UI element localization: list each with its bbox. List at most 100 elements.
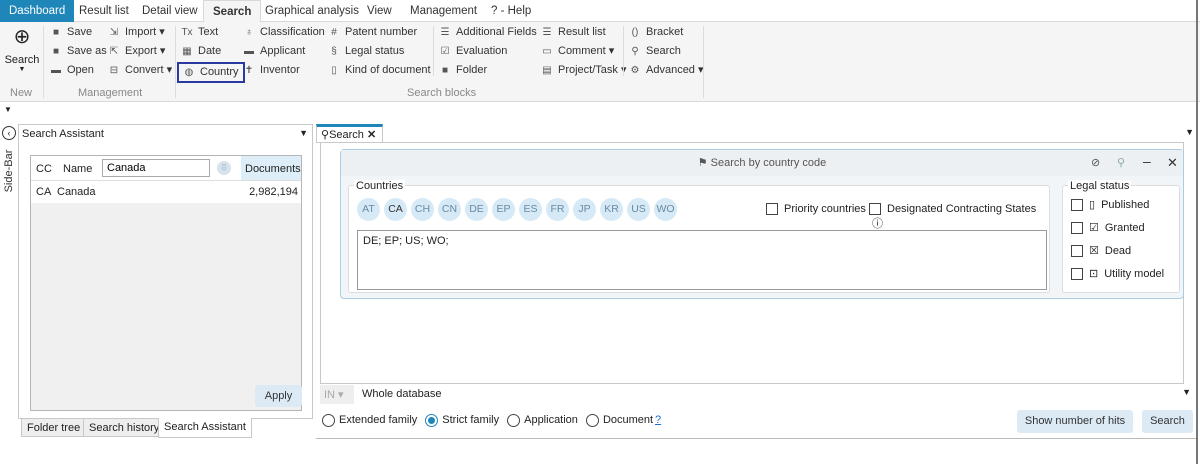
country-chip-wo[interactable]: WO: [654, 198, 677, 221]
country-chip-de[interactable]: DE: [465, 198, 488, 221]
family-radio-group: Extended family Strict family Application D…: [322, 414, 661, 427]
legal-icon: ☑: [1089, 222, 1099, 234]
collapse-sidebar-icon[interactable]: ‹: [2, 126, 16, 140]
name-filter-input[interactable]: [102, 159, 210, 177]
sidebar-label[interactable]: Side-Bar: [3, 148, 15, 194]
new-search-button[interactable]: ⊕ Search ▼: [4, 26, 40, 73]
tab-result-list[interactable]: Result list: [70, 0, 138, 22]
panel-menu-icon[interactable]: ▼: [299, 128, 308, 138]
tab-list-dropdown-icon[interactable]: ▼: [1185, 127, 1194, 137]
legal-published-checkbox[interactable]: ▯ Published: [1071, 198, 1149, 212]
advanced-button[interactable]: ⚙ Advanced ▾: [629, 62, 704, 79]
legal-dead-checkbox[interactable]: ☒ Dead: [1071, 244, 1131, 258]
country-chip-ch[interactable]: CH: [411, 198, 434, 221]
country-block-button[interactable]: ◍ Country: [177, 62, 245, 83]
country-chip-fr[interactable]: FR: [546, 198, 569, 221]
legal-status-block-button[interactable]: § Legal status: [328, 43, 404, 60]
group-label-search-blocks: Search blocks: [407, 87, 477, 99]
bracket-button[interactable]: () Bracket: [629, 24, 684, 41]
country-chip-us[interactable]: US: [627, 198, 650, 221]
tab-dashboard[interactable]: Dashboard: [0, 0, 75, 22]
radio-application[interactable]: Application: [507, 414, 578, 427]
fields-icon: ☰: [440, 27, 450, 38]
designated-states-checkbox[interactable]: Designated Contracting States ⓘ: [869, 203, 1049, 231]
tab-management[interactable]: Management: [401, 0, 486, 22]
database-select[interactable]: Whole database ▼: [357, 385, 1197, 404]
table-row[interactable]: CA Canada 2,982,194: [31, 181, 301, 203]
legal-granted-checkbox[interactable]: ☑ Granted: [1071, 221, 1145, 235]
grid-header: CC Name ⁞⁞ Documents: [31, 156, 301, 181]
apply-button[interactable]: Apply: [255, 385, 302, 407]
tab-detail-view[interactable]: Detail view: [133, 0, 207, 22]
cell-name: Canada: [57, 186, 96, 198]
comment-button[interactable]: ▭ Comment ▾: [541, 43, 614, 60]
folder-icon: ■: [441, 65, 449, 76]
globe-icon: ◍: [184, 67, 194, 78]
person-icon: ✝: [244, 65, 254, 76]
additional-fields-button[interactable]: ☰ Additional Fields: [439, 24, 537, 41]
save-button[interactable]: ■ Save: [50, 24, 92, 41]
new-search-label: Search: [4, 54, 40, 66]
country-chip-ca[interactable]: CA: [384, 198, 407, 221]
countries-label: Countries: [354, 180, 406, 192]
applicant-block-button[interactable]: ▬ Applicant: [243, 43, 305, 60]
document-icon: ▯: [331, 65, 337, 76]
country-codes-input[interactable]: DE; EP; US; WO;: [357, 230, 1047, 290]
text-block-button[interactable]: Tx Text: [181, 24, 218, 41]
project-task-button[interactable]: ▤Project/Task ▾: [541, 62, 626, 79]
tab-folder-tree[interactable]: Folder tree: [21, 418, 87, 437]
list-icon: ☰: [542, 27, 552, 38]
search-button[interactable]: Search: [1142, 410, 1193, 433]
export-button[interactable]: ⇱ Export ▾: [108, 43, 166, 60]
open-button[interactable]: ▬ Open: [50, 62, 94, 79]
family-help-link[interactable]: ?: [655, 414, 661, 426]
close-icon[interactable]: ✕: [1167, 155, 1178, 171]
tab-search-history[interactable]: Search history: [83, 418, 166, 437]
close-tab-icon[interactable]: ✕: [367, 129, 376, 141]
tab-help[interactable]: ? - Help: [482, 0, 540, 22]
tab-search-assistant[interactable]: Search Assistant: [158, 418, 252, 438]
country-chips: AT CA CH CN DE EP ES FR JP KR US WO: [357, 198, 681, 221]
evaluation-button[interactable]: ☑ Evaluation: [439, 43, 508, 60]
operator-select[interactable]: IN ▾: [320, 385, 354, 404]
info-icon[interactable]: ⓘ: [872, 218, 883, 230]
disable-icon[interactable]: ⊘: [1091, 156, 1100, 169]
import-button[interactable]: ⇲ Import ▾: [108, 24, 165, 41]
tab-search[interactable]: Search: [203, 0, 262, 23]
country-chip-jp[interactable]: JP: [573, 198, 596, 221]
minimize-icon[interactable]: –: [1143, 153, 1151, 169]
radio-extended-family[interactable]: Extended family: [322, 414, 417, 427]
priority-countries-checkbox[interactable]: Priority countries: [766, 203, 866, 216]
convert-button[interactable]: ⊟ Convert ▾: [108, 62, 172, 79]
radio-document[interactable]: Document: [585, 414, 653, 427]
search-assistant-panel: Search Assistant ▼ CC Name ⁞⁞ Documents …: [18, 124, 313, 419]
legal-icon: ▯: [1089, 199, 1096, 211]
search-document-tab[interactable]: ⚲Search ✕: [316, 124, 383, 143]
header-cc[interactable]: CC: [36, 163, 52, 175]
classification-block-button[interactable]: ♁ Classification: [243, 24, 325, 41]
cell-documents: 2,982,194: [249, 186, 298, 198]
tab-graphical-analysis[interactable]: Graphical analysis: [256, 0, 368, 22]
header-documents[interactable]: Documents: [241, 156, 301, 180]
pin-icon[interactable]: ⚲: [1117, 156, 1125, 169]
header-name[interactable]: Name: [63, 163, 92, 175]
patent-number-block-button[interactable]: # Patent number: [328, 24, 417, 41]
radio-strict-family[interactable]: Strict family: [425, 414, 499, 427]
save-as-button[interactable]: ■ Save as: [50, 43, 107, 60]
result-list-block-button[interactable]: ☰ Result list: [541, 24, 606, 41]
tab-view[interactable]: View: [358, 0, 401, 22]
country-chip-cn[interactable]: CN: [438, 198, 461, 221]
country-chip-kr[interactable]: KR: [600, 198, 623, 221]
kind-of-document-block-button[interactable]: ▯ Kind of document: [328, 62, 430, 79]
search-block-button[interactable]: ⚲ Search: [629, 43, 681, 60]
inventor-block-button[interactable]: ✝ Inventor: [243, 62, 300, 79]
country-chip-at[interactable]: AT: [357, 198, 380, 221]
country-chip-ep[interactable]: EP: [492, 198, 515, 221]
legal-utility-model-checkbox[interactable]: ⊡ Utility model: [1071, 267, 1164, 281]
show-number-of-hits-button[interactable]: Show number of hits: [1017, 410, 1133, 433]
country-chip-es[interactable]: ES: [519, 198, 542, 221]
folder-button[interactable]: ■ Folder: [439, 62, 487, 79]
filter-icon[interactable]: ⁞⁞: [217, 161, 231, 175]
quick-access-dropdown-icon[interactable]: ▼: [4, 105, 12, 114]
date-block-button[interactable]: ▦ Date: [181, 43, 221, 60]
